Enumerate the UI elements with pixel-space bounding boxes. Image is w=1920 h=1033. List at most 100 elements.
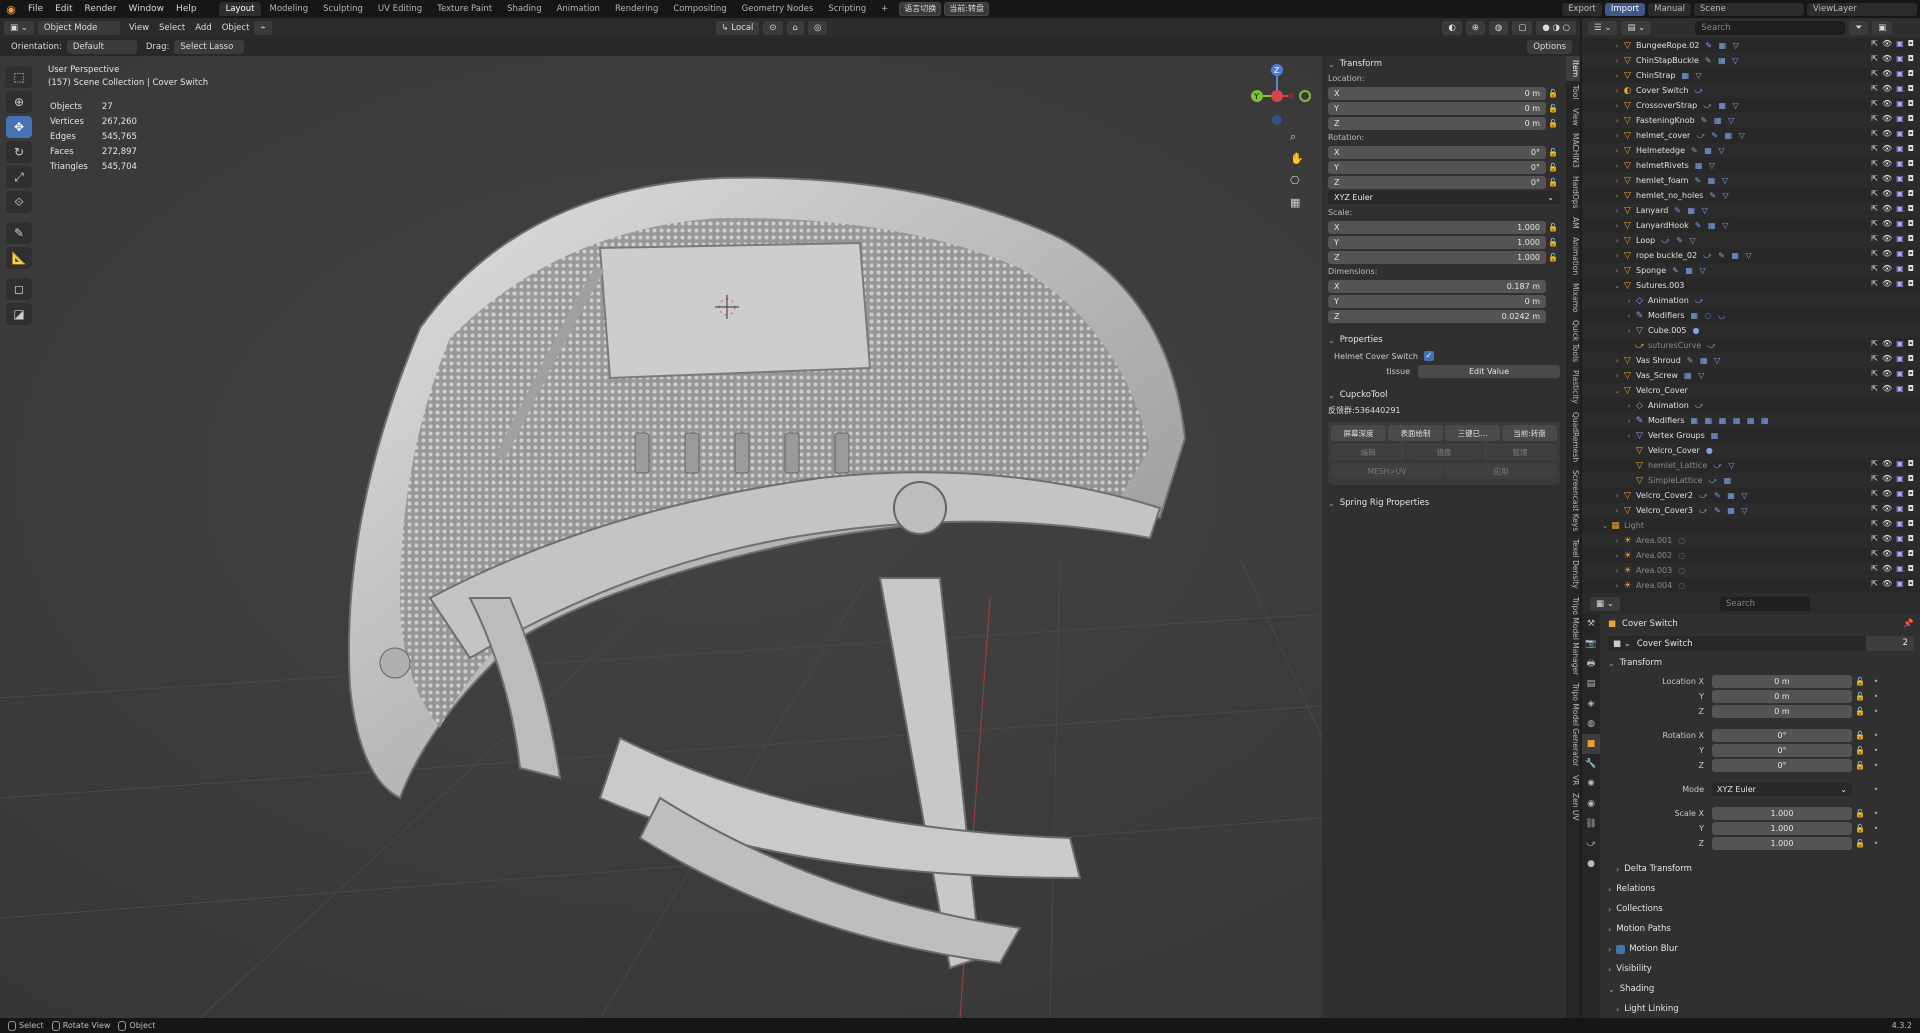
tab-quick-tools[interactable]: Quick Tools bbox=[1566, 316, 1580, 366]
select-arrow-icon[interactable]: ⇱ bbox=[1871, 174, 1878, 183]
prop-location-x-field[interactable]: 0 m bbox=[1712, 674, 1852, 688]
lock-icon[interactable]: 🔓 bbox=[1852, 761, 1868, 770]
expand-caret-icon[interactable]: › bbox=[1624, 417, 1634, 425]
tab-hardops[interactable]: HardOps bbox=[1566, 172, 1580, 213]
select-arrow-icon[interactable]: ⇱ bbox=[1871, 129, 1878, 138]
render-icon[interactable]: ◘ bbox=[1908, 174, 1914, 183]
constraints-tab-icon[interactable]: ⛓ bbox=[1582, 814, 1600, 834]
eye-icon[interactable]: 👁 bbox=[1882, 189, 1892, 198]
select-arrow-icon[interactable]: ⇱ bbox=[1871, 234, 1878, 243]
outliner-row[interactable]: › ▽ LanyardHook ✎ ▦ ▽ ⇱ 👁 ▣ ◘ bbox=[1582, 218, 1920, 233]
edit-button[interactable]: 编辑 bbox=[1331, 444, 1405, 460]
keyframe-dot-icon[interactable]: • bbox=[1868, 731, 1884, 740]
select-arrow-icon[interactable]: ⇱ bbox=[1871, 564, 1878, 573]
menu-view[interactable]: View bbox=[124, 21, 154, 35]
render-icon[interactable]: ◘ bbox=[1908, 219, 1914, 228]
drag-dropdown[interactable]: Select Lasso bbox=[174, 40, 245, 54]
outliner-row[interactable]: › ◐ Cover Switch ⤻ ⇱ 👁 ▣ ◘ bbox=[1582, 83, 1920, 98]
scene-selector[interactable]: Scene bbox=[1694, 2, 1804, 16]
camera-icon[interactable]: ▣ bbox=[1896, 504, 1904, 513]
camera-view-icon[interactable]: ⎔ bbox=[1290, 174, 1308, 196]
motion-paths-section[interactable]: › Motion Paths bbox=[1602, 919, 1920, 939]
select-arrow-icon[interactable]: ⇱ bbox=[1871, 459, 1878, 468]
visibility-section[interactable]: › Visibility bbox=[1602, 959, 1920, 979]
prop-scale-x-field[interactable]: 1.000 bbox=[1712, 806, 1852, 820]
dimension-x-field[interactable]: X 0.187 m bbox=[1328, 279, 1546, 293]
properties-search-input[interactable]: Search bbox=[1719, 597, 1810, 611]
select-arrow-icon[interactable]: ⇱ bbox=[1871, 549, 1878, 558]
render-icon[interactable]: ◘ bbox=[1908, 54, 1914, 63]
prop-location-z-field[interactable]: 0 m bbox=[1712, 704, 1852, 718]
add-workspace-icon[interactable]: + bbox=[874, 2, 895, 16]
shading-solid-icon[interactable]: ● ◑ ○ bbox=[1536, 21, 1576, 35]
eye-icon[interactable]: 👁 bbox=[1882, 369, 1892, 378]
camera-icon[interactable]: ▣ bbox=[1896, 234, 1904, 243]
pivot-icon[interactable]: ⊙ bbox=[763, 21, 783, 35]
scale-z-field[interactable]: Z 1.000 bbox=[1328, 250, 1546, 264]
prop-rotation-x-field[interactable]: 0° bbox=[1712, 728, 1852, 742]
render-icon[interactable]: ◘ bbox=[1908, 114, 1914, 123]
expand-caret-icon[interactable]: › bbox=[1612, 147, 1622, 155]
filter-icon[interactable]: ⏷ bbox=[1849, 21, 1869, 35]
camera-icon[interactable]: ▣ bbox=[1896, 144, 1904, 153]
select-arrow-icon[interactable]: ⇱ bbox=[1871, 339, 1878, 348]
expand-caret-icon[interactable]: › bbox=[1612, 57, 1622, 65]
camera-icon[interactable]: ▣ bbox=[1896, 54, 1904, 63]
render-icon[interactable]: ◘ bbox=[1908, 204, 1914, 213]
proportional-edit-icon[interactable]: ◎ bbox=[807, 21, 828, 35]
overlay-toggle-icon[interactable]: ◍ bbox=[1488, 21, 1509, 35]
eye-icon[interactable]: 👁 bbox=[1882, 234, 1892, 243]
tab-tripo-model-generator[interactable]: Tripo Model Generator bbox=[1566, 679, 1580, 770]
keyframe-dot-icon[interactable]: • bbox=[1868, 785, 1884, 794]
outliner-row[interactable]: › ▽ rope buckle_02 ⤻ ✎ ▦ ▽ ⇱ 👁 ▣ ◘ bbox=[1582, 248, 1920, 263]
expand-caret-icon[interactable]: › bbox=[1624, 432, 1634, 440]
manual-button[interactable]: Manual bbox=[1648, 2, 1691, 16]
select-arrow-icon[interactable]: ⇱ bbox=[1871, 39, 1878, 48]
tab-animation-side[interactable]: Animation bbox=[1566, 233, 1580, 279]
eye-icon[interactable]: 👁 bbox=[1882, 279, 1892, 288]
lock-icon[interactable]: 🔓 bbox=[1852, 692, 1868, 701]
expand-caret-icon[interactable]: ⌄ bbox=[1612, 387, 1622, 395]
lock-icon[interactable]: 🔓 bbox=[1852, 731, 1868, 740]
outliner-row[interactable]: › ☀ Area.003 ◌ ⇱ 👁 ▣ ◘ bbox=[1582, 563, 1920, 578]
rotation-mode-select[interactable]: XYZ Euler ⌄ bbox=[1712, 782, 1852, 796]
select-arrow-icon[interactable]: ⇱ bbox=[1871, 114, 1878, 123]
render-icon[interactable]: ◘ bbox=[1908, 564, 1914, 573]
tab-mixamo[interactable]: Mixamo bbox=[1566, 279, 1580, 316]
eye-icon[interactable]: 👁 bbox=[1882, 99, 1892, 108]
expand-caret-icon[interactable]: › bbox=[1624, 312, 1634, 320]
select-arrow-icon[interactable]: ⇱ bbox=[1871, 534, 1878, 543]
keyframe-dot-icon[interactable]: • bbox=[1868, 746, 1884, 755]
tab-shading[interactable]: Shading bbox=[500, 2, 549, 16]
select-arrow-icon[interactable]: ⇱ bbox=[1871, 474, 1878, 483]
new-collection-icon[interactable]: ▣ bbox=[1872, 21, 1893, 35]
render-icon[interactable]: ◘ bbox=[1908, 579, 1914, 588]
camera-icon[interactable]: ▣ bbox=[1896, 39, 1904, 48]
render-icon[interactable]: ◘ bbox=[1908, 69, 1914, 78]
expand-caret-icon[interactable]: › bbox=[1612, 132, 1622, 140]
camera-icon[interactable]: ▣ bbox=[1896, 249, 1904, 258]
expand-caret-icon[interactable]: › bbox=[1624, 402, 1634, 410]
eye-icon[interactable]: 👁 bbox=[1882, 249, 1892, 258]
outliner-row[interactable]: › ▽ Vas_Screw ▦ ▽ ⇱ 👁 ▣ ◘ bbox=[1582, 368, 1920, 383]
eye-icon[interactable]: 👁 bbox=[1882, 549, 1892, 558]
prop-scale-z-field[interactable]: 1.000 bbox=[1712, 836, 1852, 850]
select-arrow-icon[interactable]: ⇱ bbox=[1871, 249, 1878, 258]
outliner-row[interactable]: ▽ Velcro_Cover ● bbox=[1582, 443, 1920, 458]
expand-caret-icon[interactable]: › bbox=[1612, 222, 1622, 230]
tab-am[interactable]: AM bbox=[1566, 213, 1580, 233]
render-icon[interactable]: ◘ bbox=[1908, 279, 1914, 288]
render-icon[interactable]: ◘ bbox=[1908, 234, 1914, 243]
current-turntable-tool-button[interactable]: 当前:转盘 bbox=[1502, 425, 1557, 441]
camera-icon[interactable]: ▣ bbox=[1896, 279, 1904, 288]
select-arrow-icon[interactable]: ⇱ bbox=[1871, 354, 1878, 363]
camera-icon[interactable]: ▣ bbox=[1896, 519, 1904, 528]
lock-icon[interactable]: 🔓 bbox=[1546, 119, 1560, 128]
lock-icon[interactable]: 🔓 bbox=[1546, 178, 1560, 187]
properties-editor-icon[interactable]: ▦ ⌄ bbox=[1590, 597, 1620, 611]
camera-icon[interactable]: ▣ bbox=[1896, 114, 1904, 123]
tab-scripting[interactable]: Scripting bbox=[821, 2, 873, 16]
expand-caret-icon[interactable]: › bbox=[1612, 567, 1622, 575]
dimension-y-field[interactable]: Y 0 m bbox=[1328, 294, 1546, 308]
tab-sculpting[interactable]: Sculpting bbox=[316, 2, 370, 16]
